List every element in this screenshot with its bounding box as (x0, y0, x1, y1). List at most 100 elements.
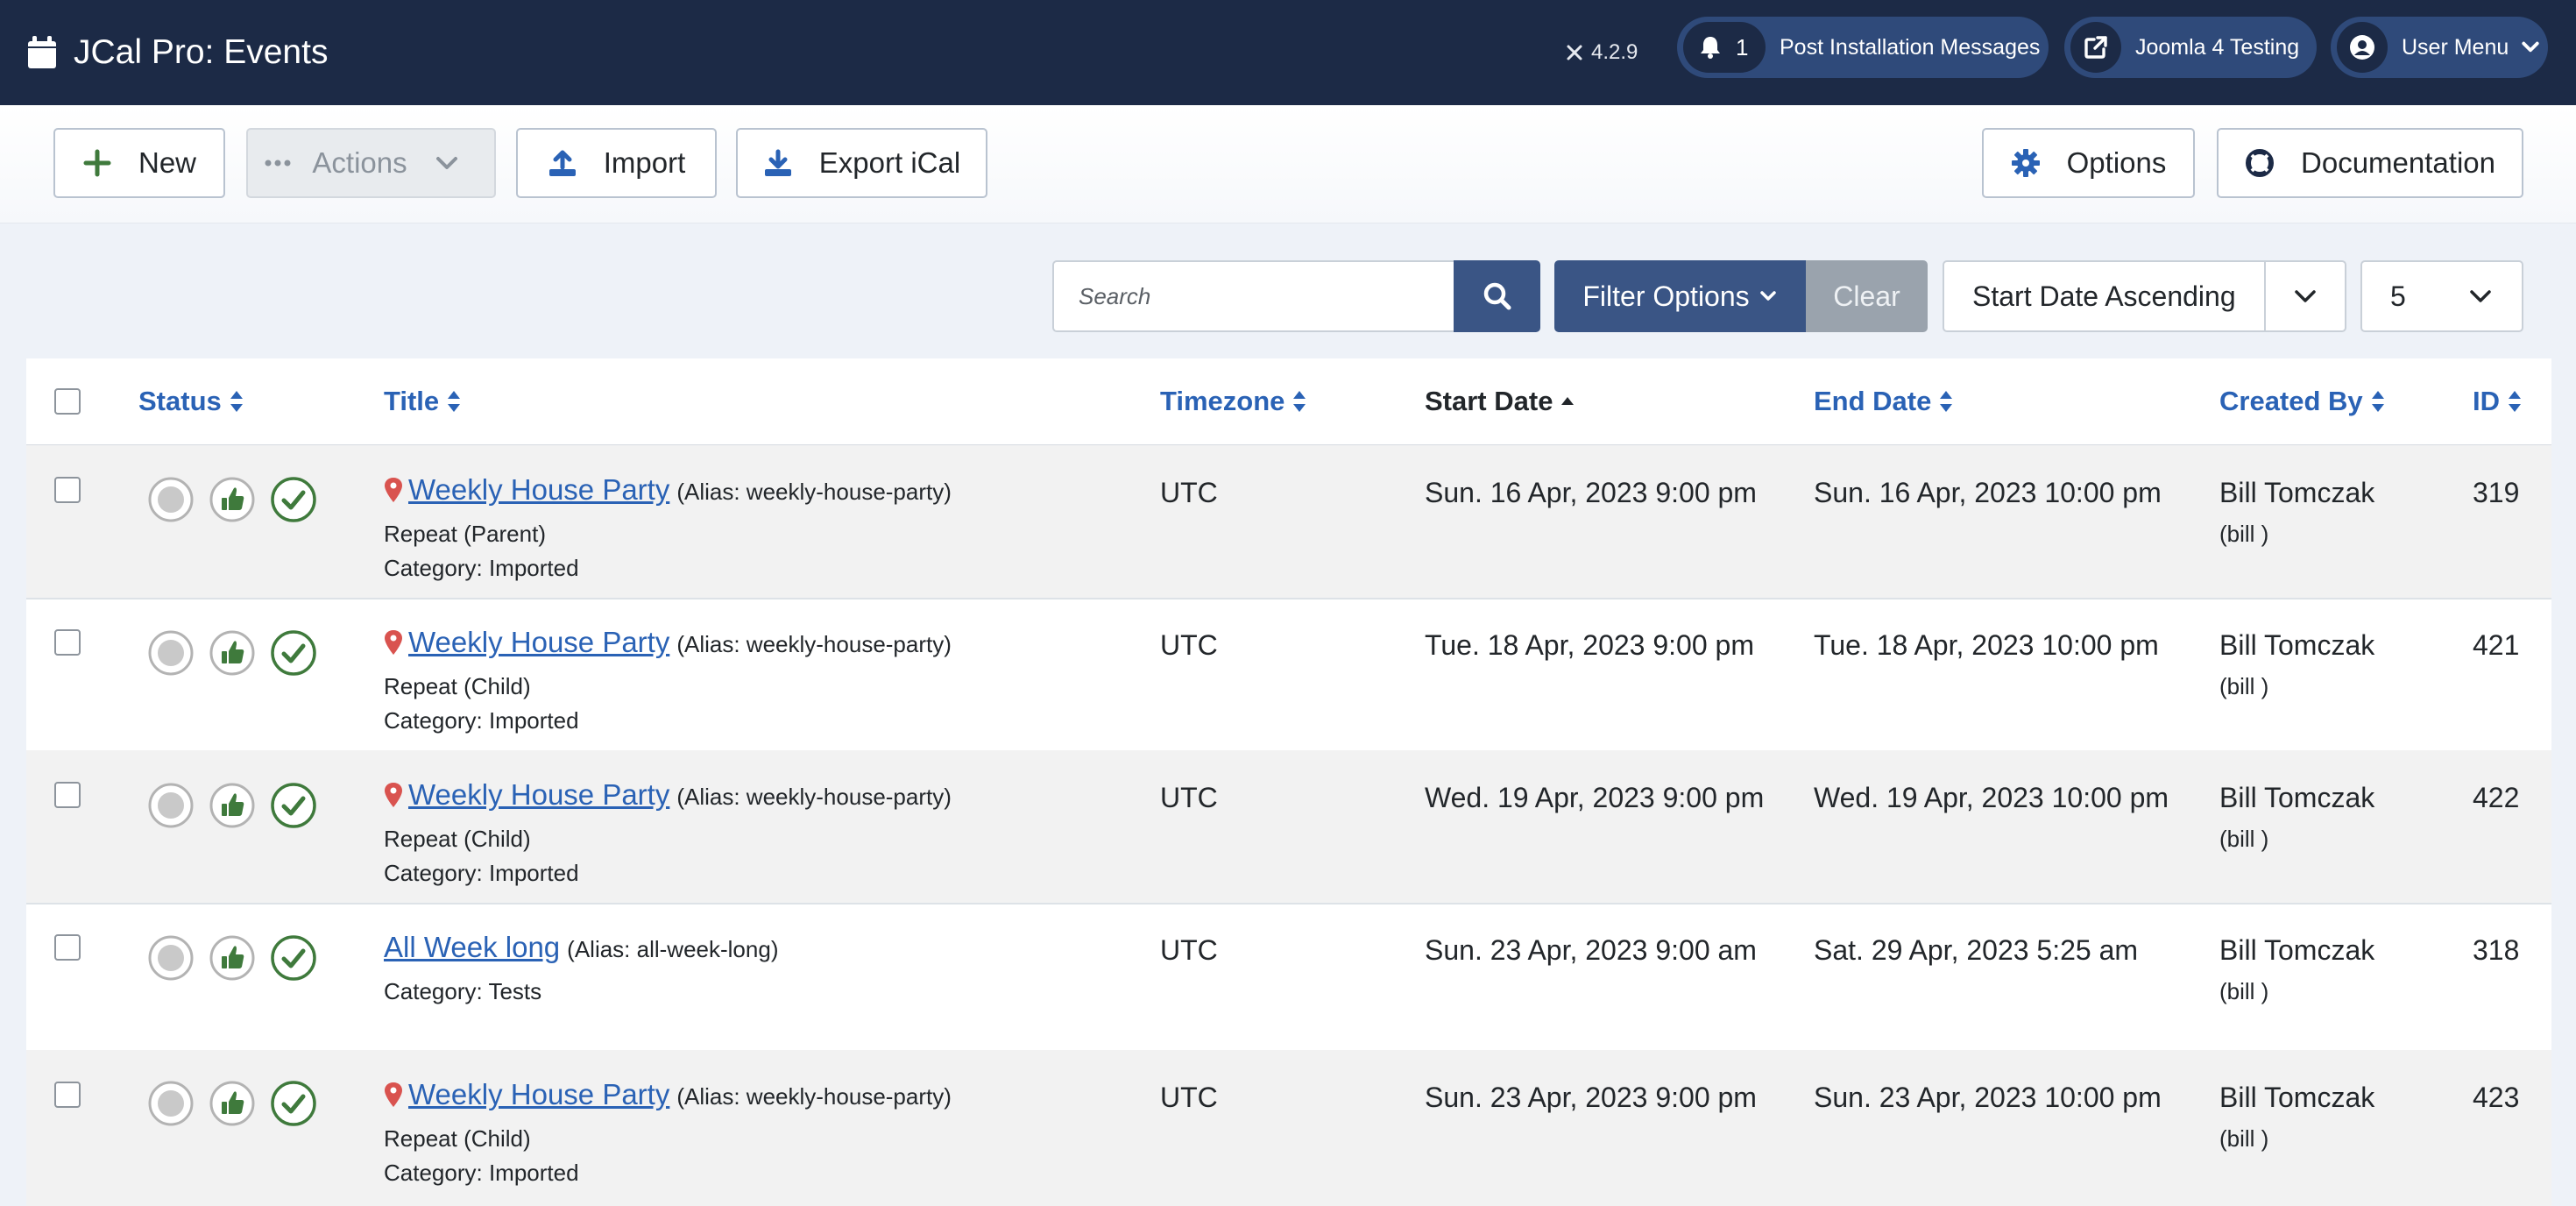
event-start-date: Sun. 23 Apr, 2023 9:00 pm (1425, 1082, 1757, 1113)
filter-options-label: Filter Options (1582, 280, 1750, 312)
event-end-date: Tue. 18 Apr, 2023 10:00 pm (1814, 629, 2159, 661)
event-id: 319 (2473, 477, 2520, 508)
event-title: Weekly House Party (Alias: weekly-house-… (384, 1078, 952, 1111)
sort-icon (1940, 391, 1953, 412)
thumbs-up-icon (209, 630, 255, 676)
row-checkbox[interactable] (54, 477, 81, 503)
table-row: Weekly House Party (Alias: weekly-house-… (26, 598, 2551, 752)
event-creator-username: (bill ) (2219, 673, 2269, 699)
filter-options-button[interactable]: Filter Options (1554, 260, 1806, 332)
download-icon (764, 149, 791, 176)
documentation-button[interactable]: Documentation (2217, 128, 2523, 198)
event-id: 422 (2473, 782, 2520, 813)
publish-toggle-button[interactable] (270, 629, 317, 677)
row-checkbox[interactable] (54, 934, 81, 961)
events-table: Status Title Timezone Start Date End Dat… (26, 358, 2551, 1206)
upload-icon (548, 150, 576, 176)
ordering-select[interactable]: Start Date Ascending (1943, 260, 2346, 332)
post-installation-messages-button[interactable]: 1 Post Installation Messages (1677, 17, 2049, 78)
search-input[interactable] (1052, 260, 1455, 332)
featured-toggle-button[interactable] (147, 1080, 195, 1127)
user-menu-button[interactable]: User Menu (2331, 17, 2548, 78)
external-link-icon (2084, 36, 2107, 59)
event-start-date: Tue. 18 Apr, 2023 9:00 pm (1425, 629, 1754, 661)
new-button[interactable]: New (53, 128, 225, 198)
options-button[interactable]: Options (1982, 128, 2195, 198)
import-button[interactable]: Import (516, 128, 717, 198)
page-title: JCal Pro: Events (74, 33, 329, 71)
joomla-version: 4.2.9 (1565, 0, 1638, 105)
location-pin-icon (384, 629, 403, 656)
title-header: Title (384, 386, 440, 416)
event-title-link[interactable]: Weekly House Party (408, 473, 669, 507)
featured-toggle-button[interactable] (147, 782, 195, 829)
select-all-checkbox[interactable] (54, 388, 81, 415)
site-link-button[interactable]: Joomla 4 Testing (2064, 17, 2317, 78)
publish-toggle-button[interactable] (270, 476, 317, 523)
event-title-link[interactable]: Weekly House Party (408, 1078, 669, 1111)
check-circle-icon (271, 783, 316, 828)
clear-button[interactable]: Clear (1806, 260, 1928, 332)
approve-toggle-button[interactable] (209, 476, 256, 523)
bell-icon (1701, 37, 1720, 59)
event-title: Weekly House Party (Alias: weekly-house-… (384, 778, 952, 812)
sort-id[interactable]: ID (2473, 386, 2523, 417)
life-ring-icon (2246, 149, 2275, 177)
approve-toggle-button[interactable] (209, 1080, 256, 1127)
event-timezone: UTC (1160, 934, 1218, 966)
approve-toggle-button[interactable] (209, 629, 256, 677)
event-creator: Bill Tomczak (2219, 782, 2375, 813)
gear-icon (2011, 149, 2040, 177)
event-title-link[interactable]: Weekly House Party (408, 626, 669, 659)
event-end-date: Sat. 29 Apr, 2023 5:25 am (1814, 934, 2139, 966)
event-category: Category: Imported (384, 860, 579, 886)
new-label: New (138, 146, 197, 179)
event-title-link[interactable]: Weekly House Party (408, 778, 669, 812)
sort-icon (230, 391, 243, 412)
event-title-link[interactable]: All Week long (384, 931, 560, 964)
timezone-header: Timezone (1160, 386, 1285, 416)
ordering-caret (2264, 262, 2345, 330)
sort-created-by[interactable]: Created By (2219, 386, 2386, 417)
featured-toggle-button[interactable] (147, 629, 195, 677)
sort-timezone[interactable]: Timezone (1160, 386, 1307, 417)
featured-toggle-button[interactable] (147, 476, 195, 523)
approve-toggle-button[interactable] (209, 934, 256, 982)
sort-status[interactable]: Status (138, 386, 244, 417)
approve-toggle-button[interactable] (209, 782, 256, 829)
export-ical-button[interactable]: Export iCal (736, 128, 987, 198)
event-title: All Week long (Alias: all-week-long) (384, 931, 778, 964)
event-category: Category: Imported (384, 1160, 579, 1186)
event-id: 421 (2473, 629, 2520, 661)
event-alias: (Alias: all-week-long) (567, 936, 779, 962)
site-link-label: Joomla 4 Testing (2135, 34, 2300, 60)
ordering-value: Start Date Ascending (1972, 280, 2236, 312)
id-header: ID (2473, 386, 2500, 416)
plus-icon (83, 149, 111, 177)
sort-start-date[interactable]: Start Date (1425, 386, 1575, 417)
notification-count: 1 (1736, 33, 1749, 60)
publish-toggle-button[interactable] (270, 782, 317, 829)
publish-toggle-button[interactable] (270, 934, 317, 982)
event-title: Weekly House Party (Alias: weekly-house-… (384, 473, 952, 507)
circle-dot-icon (148, 1081, 194, 1126)
featured-toggle-button[interactable] (147, 934, 195, 982)
created-by-header: Created By (2219, 386, 2363, 416)
list-limit-select[interactable]: 5 (2360, 260, 2523, 332)
row-checkbox[interactable] (54, 1082, 81, 1108)
user-icon-wrap (2337, 22, 2388, 73)
sort-title[interactable]: Title (384, 386, 462, 417)
row-checkbox[interactable] (54, 782, 81, 808)
event-repeat: Repeat (Child) (384, 673, 531, 699)
search-button[interactable] (1454, 260, 1540, 332)
event-creator: Bill Tomczak (2219, 1082, 2375, 1113)
actions-dropdown[interactable]: Actions (246, 128, 496, 198)
sort-end-date[interactable]: End Date (1814, 386, 1954, 417)
publish-toggle-button[interactable] (270, 1080, 317, 1127)
table-row: Weekly House Party (Alias: weekly-house-… (26, 445, 2551, 599)
sort-icon (2509, 391, 2521, 412)
user-icon (2350, 35, 2374, 60)
event-repeat: Repeat (Child) (384, 826, 531, 852)
table-header: Status Title Timezone Start Date End Dat… (26, 358, 2551, 447)
row-checkbox[interactable] (54, 629, 81, 656)
